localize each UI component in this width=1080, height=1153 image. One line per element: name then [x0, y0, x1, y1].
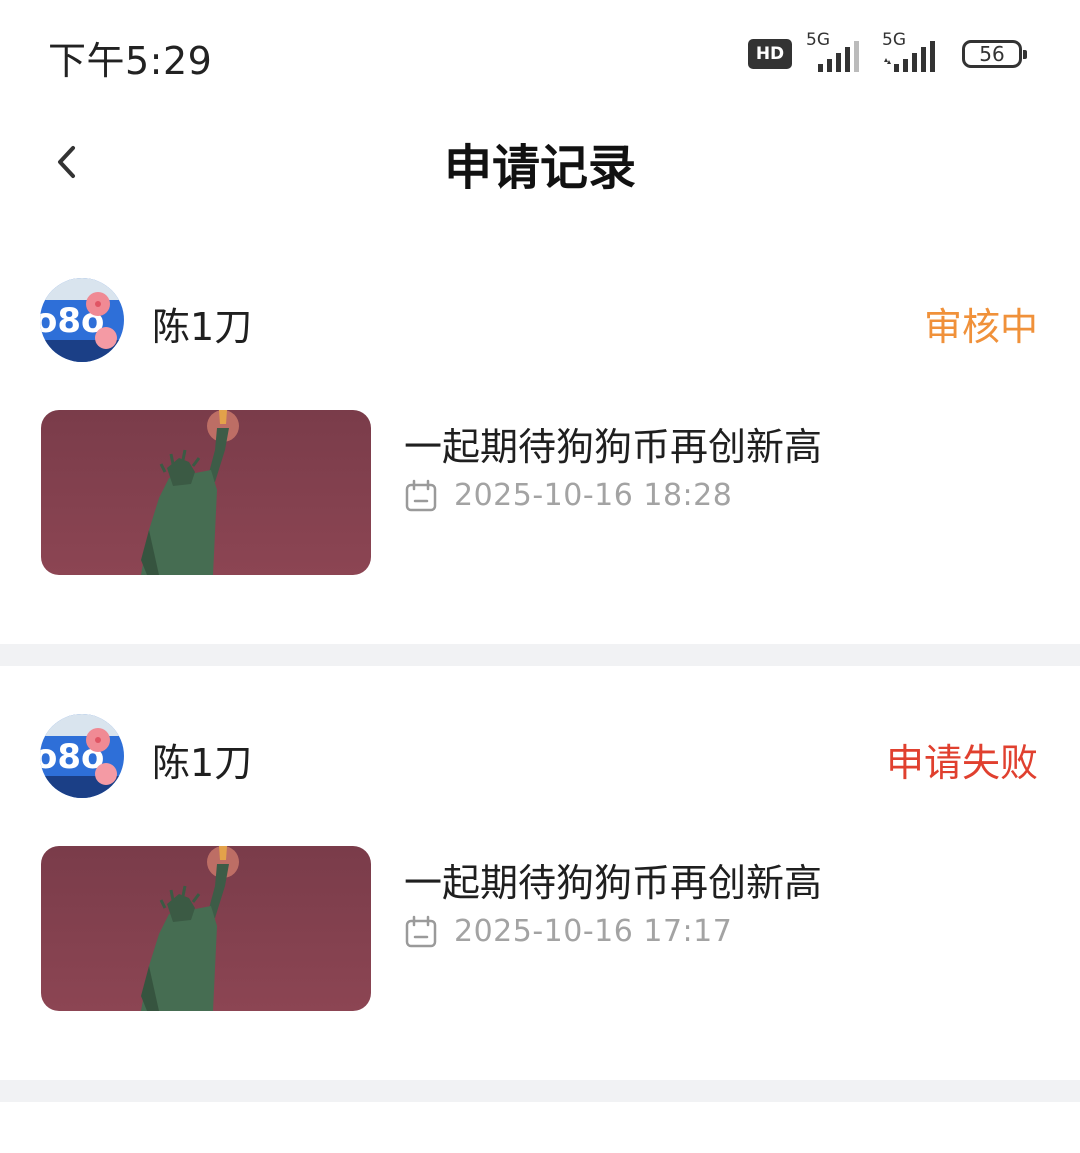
network-type-label-1: 5G — [806, 30, 830, 50]
statue-of-liberty-image — [41, 410, 371, 575]
status-time: 下午5:29 — [48, 39, 213, 83]
user-name: 陈1刀 — [152, 305, 253, 349]
calendar-icon — [405, 479, 437, 511]
record-card[interactable]: o8o 陈1刀 审核中 一起期待狗狗币再创新高 2025-10-16 18:28 — [0, 230, 1080, 644]
user-name: 陈1刀 — [152, 741, 253, 785]
status-badge: 审核中 — [923, 305, 1038, 349]
hd-label: HD — [755, 44, 785, 64]
item-time: 2025-10-16 18:28 — [454, 478, 733, 513]
avatar[interactable]: o8o — [40, 714, 124, 798]
signal-strength-icon-2: 5G — [880, 30, 944, 74]
status-badge: 申请失败 — [885, 741, 1038, 785]
battery-level: 56 — [979, 42, 1005, 66]
item-time-row: 2025-10-16 17:17 — [404, 914, 732, 949]
status-icons: HD 5G 5G 56 — [748, 30, 1027, 74]
network-type-label-2: 5G — [882, 30, 906, 50]
record-card[interactable]: o8o 陈1刀 申请失败 一起期待狗狗币再创新高 2025-10-16 17:1… — [0, 666, 1080, 1080]
item-title: 一起期待狗狗币再创新高 — [404, 861, 823, 905]
application-record-list: o8o 陈1刀 审核中 一起期待狗狗币再创新高 2025-10-16 18:28… — [0, 230, 1080, 1102]
thumbnail[interactable] — [41, 846, 371, 1011]
nav-bar: 申请记录 — [0, 108, 1080, 212]
statue-of-liberty-image — [41, 846, 371, 1011]
avatar[interactable]: o8o — [40, 278, 124, 362]
card-divider — [0, 644, 1080, 666]
item-time-row: 2025-10-16 18:28 — [404, 478, 732, 513]
battery-icon: 56 — [962, 40, 1027, 68]
item-time: 2025-10-16 17:17 — [454, 914, 733, 949]
hd-voice-icon: HD — [748, 39, 792, 69]
user-avatar-image: o8o — [40, 278, 124, 362]
page-title: 申请记录 — [443, 140, 636, 196]
user-avatar-image: o8o — [40, 714, 124, 798]
signal-strength-icon-1: 5G — [804, 30, 868, 74]
card-divider — [0, 1080, 1080, 1102]
calendar-icon — [405, 915, 437, 947]
status-bar: 下午5:29 HD 5G 5G 56 — [0, 0, 1080, 108]
item-title: 一起期待狗狗币再创新高 — [404, 425, 823, 469]
thumbnail[interactable] — [41, 410, 371, 575]
